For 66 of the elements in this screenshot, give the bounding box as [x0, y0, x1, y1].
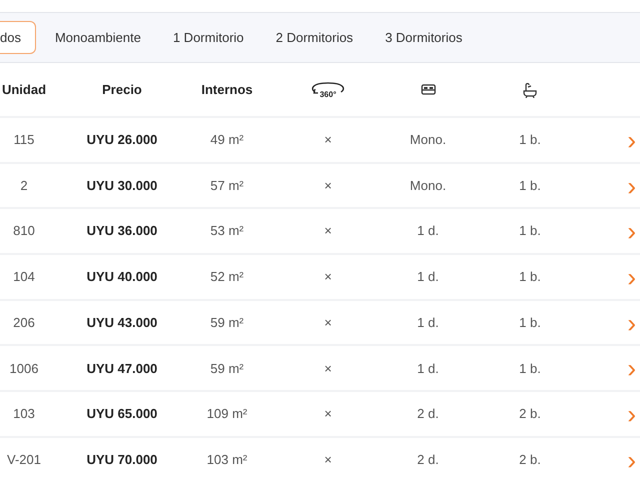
bedrooms-cell: 1 d. — [417, 314, 439, 330]
bathrooms-cell: 1 b. — [519, 132, 541, 148]
bathrooms-cell: 1 b. — [519, 360, 541, 376]
area-cell: 52 m² — [210, 269, 244, 284]
column-header: Precio — [102, 82, 142, 97]
chevron-link[interactable]: › — [627, 170, 636, 201]
column-header: Unidad — [2, 82, 46, 97]
unit-cell: 1006 — [10, 360, 38, 376]
tour-cell: × — [324, 360, 332, 376]
bathrooms-cell: 1 b. — [519, 223, 541, 238]
chevron-link[interactable]: › — [627, 262, 636, 292]
bathrooms-cell: 2 b. — [519, 452, 541, 467]
area-cell: 53 m² — [210, 223, 244, 238]
bedrooms-cell: 1 d. — [417, 223, 439, 238]
bedrooms-cell: 2 d. — [417, 406, 439, 422]
unit-cell: 810 — [13, 223, 35, 238]
tour-cell: × — [324, 406, 332, 422]
bedrooms-cell: 1 d. — [417, 360, 439, 376]
area-cell: 103 m² — [206, 452, 248, 467]
bedrooms-cell: Mono. — [410, 178, 446, 193]
unit-cell: 103 — [13, 406, 35, 422]
bathrooms-cell: 1 b. — [519, 269, 541, 284]
tour-cell: × — [324, 132, 332, 148]
price-cell: UYU 36.000 — [86, 223, 158, 238]
price-cell: UYU 30.000 — [86, 178, 158, 193]
unit-cell: V-201 — [7, 452, 41, 467]
filter-tab[interactable]: dos — [0, 20, 36, 54]
price-cell: UYU 47.000 — [86, 360, 158, 376]
chevron-link[interactable]: › — [627, 124, 636, 155]
bathrooms-cell: 2 b. — [519, 406, 541, 422]
unit-cell: 115 — [14, 132, 34, 148]
chevron-link[interactable]: › — [627, 398, 636, 429]
area-cell: 59 m² — [210, 314, 244, 330]
filter-tab[interactable]: 2 Dormitorios — [260, 20, 368, 54]
filter-tab[interactable]: 3 Dormitorios — [370, 20, 478, 54]
bathrooms-cell: 1 b. — [519, 178, 541, 193]
unit-cell: 104 — [13, 269, 35, 284]
price-cell: UYU 40.000 — [86, 269, 158, 284]
area-cell: 49 m² — [210, 132, 244, 148]
chevron-link[interactable]: › — [627, 216, 636, 246]
tour-cell: × — [324, 452, 332, 467]
bedrooms-cell: 1 d. — [417, 269, 439, 284]
filter-tab[interactable]: 1 Dormitorio — [158, 20, 259, 54]
price-cell: UYU 43.000 — [86, 314, 158, 330]
bed-icon — [420, 84, 436, 96]
tour-cell: × — [324, 269, 332, 284]
area-cell: 57 m² — [210, 178, 244, 193]
tour-cell: × — [324, 314, 332, 330]
price-cell: UYU 70.000 — [86, 452, 158, 467]
price-cell: UYU 65.000 — [86, 406, 158, 422]
tour-cell: × — [324, 178, 332, 193]
price-cell: UYU 26.000 — [86, 132, 158, 148]
filter-tab[interactable]: Monoambiente — [40, 20, 156, 54]
bathtub-icon — [523, 82, 537, 98]
chevron-link[interactable]: › — [627, 308, 636, 338]
unit-cell: 2 — [20, 178, 28, 193]
bedrooms-cell: 2 d. — [417, 452, 439, 467]
chevron-link[interactable]: › — [627, 444, 636, 475]
column-header: Internos — [201, 82, 253, 97]
bedrooms-cell: Mono. — [410, 132, 446, 148]
area-cell: 109 m² — [206, 406, 248, 422]
unit-cell: 206 — [13, 314, 35, 330]
bathrooms-cell: 1 b. — [519, 314, 541, 330]
tour-cell: × — [324, 223, 332, 238]
chevron-link[interactable]: › — [627, 353, 636, 384]
area-cell: 59 m² — [210, 360, 244, 376]
